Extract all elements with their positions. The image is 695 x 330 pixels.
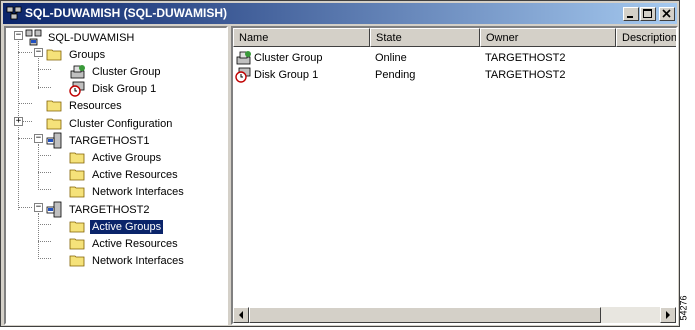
tree-item-label: Disk Group 1: [92, 83, 157, 95]
minimize-button[interactable]: [623, 7, 639, 21]
folder-icon: [69, 255, 85, 267]
cell-state: Pending: [375, 69, 416, 81]
figure-id-text: 54276: [678, 295, 689, 321]
group-online-icon: [70, 65, 85, 79]
tree-connector: [38, 172, 51, 173]
folder-icon: [46, 118, 62, 130]
cell-name: Cluster Group: [254, 52, 323, 64]
tree-connector: [38, 224, 51, 225]
figure-id: 54276: [678, 292, 695, 326]
tree-connector: [18, 207, 32, 208]
scroll-left-button[interactable]: [233, 307, 249, 323]
tree-item-label: Active Resources: [92, 169, 178, 181]
server-icon: [46, 132, 62, 149]
tree-item-label: SQL-DUWAMISH: [48, 32, 135, 44]
title-bar[interactable]: SQL-DUWAMISH (SQL-DUWAMISH): [3, 3, 677, 24]
tree-item-label: Groups: [69, 49, 106, 61]
tree-connector: [38, 58, 39, 89]
table-row[interactable]: Cluster Group Online TARGETHOST2: [233, 49, 673, 66]
tree-connector: [38, 69, 51, 70]
collapse-targethost1-button[interactable]: −: [34, 133, 43, 143]
arrow-right-icon: [666, 311, 670, 319]
expand-cluster-configuration-button[interactable]: +: [14, 116, 23, 126]
tree-item-label: TARGETHOST1: [69, 135, 150, 147]
cell-name: Disk Group 1: [254, 69, 319, 81]
tree-connector: [18, 103, 32, 104]
folder-icon: [69, 152, 85, 164]
cluster-icon: [25, 29, 42, 46]
cluster-administrator-window: SQL-DUWAMISH (SQL-DUWAMISH) − − + − − SQ…: [0, 0, 680, 327]
tree-connector: [38, 144, 39, 190]
tree-connector: [18, 52, 32, 53]
group-pending-icon: [235, 67, 251, 83]
close-button[interactable]: [659, 7, 675, 21]
maximize-button[interactable]: [640, 7, 656, 21]
tree-connector: [18, 138, 32, 139]
arrow-left-icon: [239, 311, 243, 319]
folder-icon: [69, 186, 85, 198]
tree-item-label: Active Groups: [92, 152, 162, 164]
folder-open-icon: [46, 49, 62, 61]
tree-connector: [38, 258, 51, 259]
cell-owner: TARGETHOST2: [485, 52, 566, 64]
table-row[interactable]: Disk Group 1 Pending TARGETHOST2: [233, 66, 673, 83]
window-title: SQL-DUWAMISH (SQL-DUWAMISH): [25, 6, 227, 20]
cluster-icon: [6, 6, 22, 20]
collapse-targethost2-button[interactable]: −: [34, 202, 43, 212]
folder-icon: [69, 221, 85, 233]
collapse-root-button[interactable]: −: [14, 30, 23, 40]
close-icon: [662, 9, 671, 18]
column-header-state[interactable]: State: [370, 28, 480, 47]
cell-owner: TARGETHOST2: [485, 69, 566, 81]
tree-item-label: Cluster Group: [92, 66, 161, 78]
minimize-icon: [627, 16, 633, 18]
tree-item-label: Network Interfaces: [92, 255, 184, 267]
group-list-view[interactable]: Name State Owner Description Cluster Gro…: [231, 26, 678, 325]
scrollbar-thumb[interactable]: [249, 307, 601, 323]
tree-connector: [38, 87, 51, 88]
tree-connector: [38, 155, 51, 156]
column-header-name[interactable]: Name: [233, 28, 370, 47]
cluster-tree[interactable]: − − + − − SQL-DUWAMISH Groups Cluster Gr…: [4, 26, 228, 325]
tree-item-label: Resources: [69, 100, 122, 112]
collapse-groups-button[interactable]: −: [34, 47, 43, 57]
tree-item-label: Cluster Configuration: [69, 118, 173, 130]
column-header-description[interactable]: Description: [616, 28, 676, 47]
scroll-right-button[interactable]: [660, 307, 676, 323]
tree-item-label: Network Interfaces: [92, 186, 184, 198]
server-icon: [46, 201, 62, 218]
tree-item-label: Active Resources: [92, 238, 178, 250]
maximize-icon: [643, 9, 652, 18]
group-online-icon: [236, 51, 251, 65]
horizontal-scrollbar[interactable]: [233, 307, 676, 323]
tree-item-label: Active Groups: [88, 219, 165, 235]
tree-connector: [38, 189, 51, 190]
folder-icon: [69, 238, 85, 250]
group-pending-icon: [69, 81, 85, 97]
tree-item-label: TARGETHOST2: [69, 204, 150, 216]
folder-icon: [46, 100, 62, 112]
tree-connector: [38, 241, 51, 242]
cell-state: Online: [375, 52, 407, 64]
column-header-owner[interactable]: Owner: [480, 28, 616, 47]
folder-icon: [69, 169, 85, 181]
tree-connector: [38, 213, 39, 259]
